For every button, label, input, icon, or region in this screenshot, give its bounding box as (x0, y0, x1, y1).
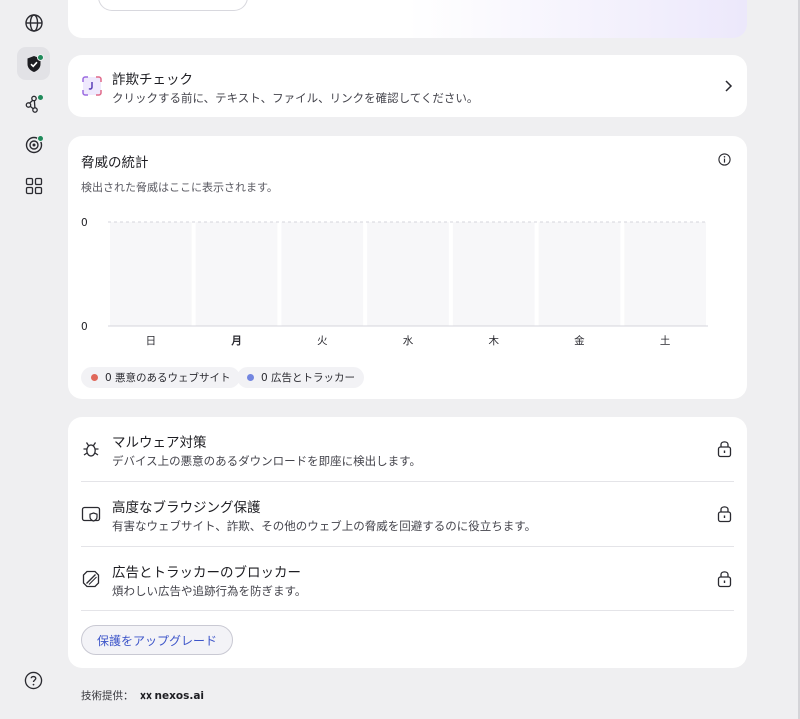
footer: 技術提供： nexos.ai (81, 688, 204, 703)
chart-column-band (367, 222, 449, 326)
legend-label: 0 悪意のあるウェブサイト (105, 372, 231, 384)
footer-label: 技術提供： (81, 690, 134, 702)
feature-subtitle: 有害なウェブサイト、詐欺、その他のウェブ上の脅威を回避するのに役立ちます。 (112, 519, 537, 533)
scam-check-title: 詐欺チェック (112, 72, 193, 88)
sidebar-item-apps[interactable] (17, 169, 50, 202)
feature-title: マルウェア対策 (112, 435, 207, 451)
legend-malicious-sites: 0 悪意のあるウェブサイト (81, 367, 240, 388)
feature-row-adblock[interactable]: 広告とトラッカーのブロッカー 煩わしい広告や追跡行為を防ぎます。 (68, 547, 747, 611)
sidebar-item-privacy[interactable] (17, 128, 50, 161)
nexos-logo-icon (139, 692, 152, 699)
features-card: マルウェア対策 デバイス上の悪意のあるダウンロードを即座に検出します。 高度なブ… (68, 417, 747, 668)
feature-row-browsing[interactable]: 高度なブラウジング保護 有害なウェブサイト、詐欺、その他のウェブ上の脅威を回避す… (68, 482, 747, 546)
apps-grid-icon (25, 177, 42, 194)
footer-brand-name: nexos.ai (154, 689, 205, 702)
lock-icon (717, 571, 732, 588)
threat-stats-card: 脅威の統計 検出された脅威はここに表示されます。 00日月火水木金土 0 悪意の… (68, 136, 747, 399)
threat-chart: 0 0 日 月 火 水 木 金 土 (81, 217, 708, 347)
x-tick-label: 土 (660, 334, 671, 347)
divider (81, 610, 734, 611)
y-tick-label: 0 (81, 217, 88, 229)
x-tick-label: 水 (403, 335, 414, 347)
ad-block-icon (82, 570, 100, 588)
chevron-right-icon (725, 80, 733, 92)
scam-check-subtitle: クリックする前に、テキスト、ファイル、リンクを確認してください。 (112, 91, 479, 105)
footer-brand[interactable]: nexos.ai (139, 689, 205, 702)
lock-icon (717, 441, 732, 458)
help-circle-icon[interactable] (24, 671, 43, 690)
x-tick-label: 月 (230, 335, 242, 347)
legend-label: 0 広告とトラッカー (261, 372, 356, 384)
feature-subtitle: 煩わしい広告や追跡行為を防ぎます。 (112, 584, 307, 598)
y-tick-label: 0 (81, 321, 88, 333)
scam-check-card[interactable]: 詐欺チェック クリックする前に、テキスト、ファイル、リンクを確認してください。 (68, 55, 747, 117)
status-badge (37, 54, 44, 61)
legend-dot-blue (247, 374, 254, 381)
legend-dot-red (91, 374, 98, 381)
sidebar-item-network[interactable] (17, 87, 50, 120)
feature-row-malware[interactable]: マルウェア対策 デバイス上の悪意のあるダウンロードを即座に検出します。 (68, 417, 747, 481)
x-tick-label: 金 (574, 334, 585, 347)
feature-title: 高度なブラウジング保護 (112, 500, 261, 516)
sidebar-item-protection[interactable] (17, 47, 50, 80)
status-badge (37, 135, 44, 142)
chart-column-band (195, 222, 278, 326)
chart-column-band (624, 222, 706, 326)
chart-column-band (538, 222, 621, 326)
browser-shield-icon (81, 506, 101, 522)
sidebar (0, 0, 66, 719)
legend-ads-trackers: 0 広告とトラッカー (237, 367, 365, 388)
x-tick-label: 木 (488, 335, 499, 347)
x-tick-label: 火 (317, 335, 328, 347)
scan-face-icon (82, 76, 102, 96)
upgrade-protection-button[interactable]: 保護をアップグレード (81, 625, 233, 655)
feature-subtitle: デバイス上の悪意のあるダウンロードを即座に検出します。 (112, 454, 422, 468)
x-tick-label: 日 (146, 335, 157, 347)
chart-column-band (110, 222, 192, 326)
bug-icon (83, 442, 99, 457)
chart-column-band (281, 222, 364, 326)
sidebar-item-browser[interactable] (17, 6, 50, 39)
chart-column-band (452, 222, 535, 326)
top-card (68, 0, 747, 38)
feature-title: 広告とトラッカーのブロッカー (112, 565, 301, 581)
globe-icon (24, 13, 43, 32)
status-badge (37, 94, 44, 101)
lock-icon (717, 506, 732, 523)
top-pill-button[interactable] (98, 0, 248, 11)
